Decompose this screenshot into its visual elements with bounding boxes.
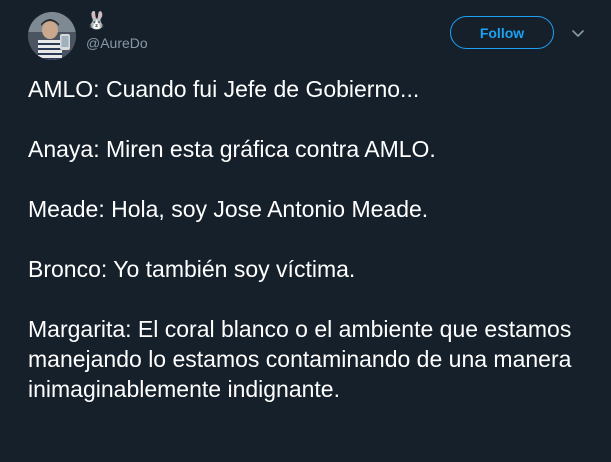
author-display-name[interactable]: 🐰: [86, 10, 107, 32]
tweet-line: Margarita: El coral blanco o el ambiente…: [28, 316, 572, 402]
chevron-down-icon[interactable]: [571, 26, 585, 40]
avatar[interactable]: [28, 12, 76, 60]
follow-button[interactable]: Follow: [450, 16, 554, 49]
tweet-line: AMLO: Cuando fui Jefe de Gobierno...: [28, 76, 420, 102]
tweet-body: AMLO: Cuando fui Jefe de Gobierno... Ana…: [28, 74, 598, 404]
author-handle[interactable]: @AureDo: [86, 35, 148, 51]
tweet-header: 🐰 @AureDo Follow: [0, 0, 611, 64]
avatar-image: [28, 12, 76, 60]
tweet-line: Bronco: Yo también soy víctima.: [28, 256, 356, 282]
tweet-line: Anaya: Miren esta gráfica contra AMLO.: [28, 136, 436, 162]
tweet-line: Meade: Hola, soy Jose Antonio Meade.: [28, 196, 429, 222]
